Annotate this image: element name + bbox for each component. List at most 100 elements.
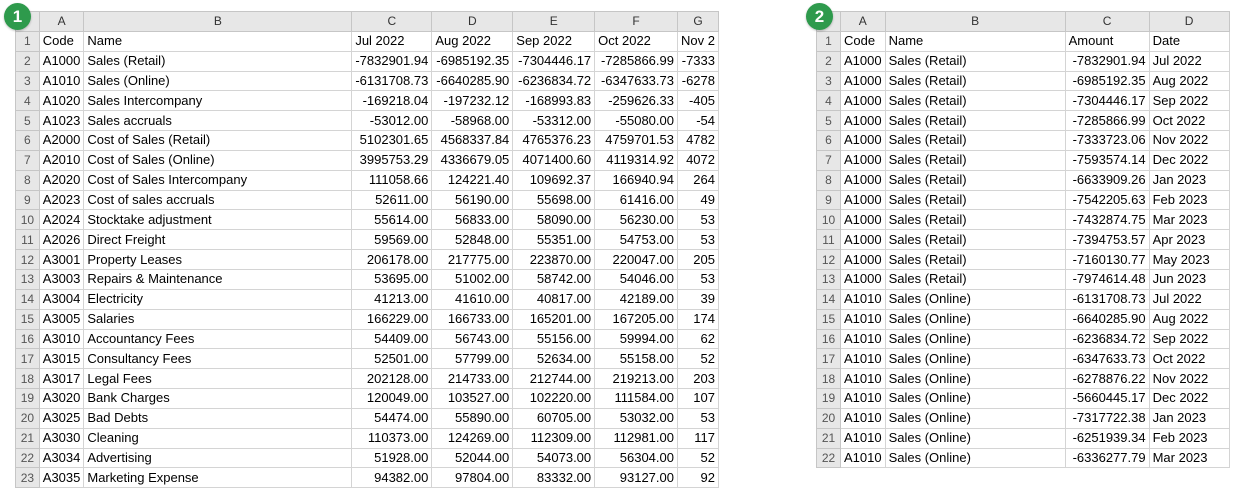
column-header[interactable]: C (1064, 11, 1150, 32)
cell[interactable]: -7317722.38 (1064, 407, 1150, 429)
cell[interactable]: 4336679.05 (431, 149, 514, 171)
cell[interactable]: A3017 (38, 368, 85, 390)
cell[interactable]: A3010 (38, 328, 85, 350)
cell[interactable]: Accountancy Fees (83, 328, 353, 350)
cell[interactable]: -197232.12 (431, 90, 514, 112)
cell[interactable]: Advertising (83, 447, 353, 469)
cell[interactable]: Sep 2022 (1148, 90, 1230, 112)
cell[interactable]: Marketing Expense (83, 467, 353, 489)
cell[interactable]: 167205.00 (594, 308, 678, 330)
cell[interactable]: 52634.00 (512, 348, 596, 370)
cell[interactable]: -6251939.34 (1064, 427, 1150, 449)
cell[interactable]: Sales (Online) (884, 407, 1066, 429)
cell[interactable]: 205 (676, 249, 719, 270)
cell[interactable]: -169218.04 (351, 90, 433, 112)
cell[interactable]: Jul 2022 (351, 30, 433, 52)
cell[interactable]: -6131708.73 (1064, 288, 1150, 310)
cell[interactable]: 54753.00 (594, 229, 678, 251)
cell[interactable]: -6633909.26 (1064, 169, 1150, 191)
cell[interactable]: -7974614.48 (1064, 268, 1150, 290)
column-header[interactable]: B (83, 11, 353, 32)
cell[interactable]: -6347633.73 (1064, 348, 1150, 370)
cell[interactable]: 41213.00 (351, 288, 433, 310)
cell[interactable]: Mar 2023 (1148, 209, 1230, 231)
cell[interactable]: -53012.00 (351, 110, 433, 132)
row-header[interactable]: 10 (15, 209, 40, 231)
column-header[interactable]: A (38, 11, 85, 32)
row-header[interactable]: 19 (15, 388, 40, 409)
cell[interactable]: -7542205.63 (1064, 189, 1150, 211)
cell[interactable]: A1000 (840, 209, 886, 231)
row-header[interactable]: 17 (816, 348, 841, 370)
cell[interactable]: 4072 (676, 149, 719, 171)
cell[interactable]: Oct 2022 (1148, 348, 1230, 370)
cell[interactable]: Sales accruals (83, 110, 353, 132)
cell[interactable]: A1010 (840, 447, 886, 469)
cell[interactable]: Cost of sales accruals (83, 189, 353, 211)
cell[interactable]: -7333723.06 (1064, 130, 1150, 151)
cell[interactable]: Cost of Sales (Online) (83, 149, 353, 171)
cell[interactable]: -6640285.90 (1064, 308, 1150, 330)
cell[interactable]: 39 (676, 288, 719, 310)
cell[interactable]: Property Leases (83, 249, 353, 270)
cell[interactable]: Amount (1064, 30, 1150, 52)
cell[interactable]: 83332.00 (512, 467, 596, 489)
row-header[interactable]: 11 (15, 229, 40, 251)
cell[interactable]: A1000 (840, 249, 886, 270)
cell[interactable]: Electricity (83, 288, 353, 310)
cell[interactable]: 92 (676, 467, 719, 489)
row-header[interactable]: 14 (816, 288, 841, 310)
cell[interactable]: -259626.33 (594, 90, 678, 112)
cell[interactable]: -55080.00 (594, 110, 678, 132)
cell[interactable]: 54046.00 (594, 268, 678, 290)
column-header[interactable]: G (676, 11, 719, 32)
cell[interactable]: 55614.00 (351, 209, 433, 231)
cell[interactable]: A2024 (38, 209, 85, 231)
cell[interactable]: 112309.00 (512, 427, 596, 449)
cell[interactable]: Sales (Retail) (884, 110, 1066, 132)
row-header[interactable]: 13 (15, 268, 40, 290)
cell[interactable]: 61416.00 (594, 189, 678, 211)
cell[interactable]: A2026 (38, 229, 85, 251)
row-header[interactable]: 8 (816, 169, 841, 191)
cell[interactable]: -7432874.75 (1064, 209, 1150, 231)
cell[interactable]: A2000 (38, 130, 85, 151)
row-header[interactable]: 4 (816, 90, 841, 112)
cell[interactable]: 55158.00 (594, 348, 678, 370)
cell[interactable]: 4782 (676, 130, 719, 151)
cell[interactable]: A3025 (38, 407, 85, 429)
cell[interactable]: A3001 (38, 249, 85, 270)
cell[interactable]: Sales Intercompany (83, 90, 353, 112)
cell[interactable]: 107 (676, 388, 719, 409)
cell[interactable]: 124221.40 (431, 169, 514, 191)
cell[interactable]: Repairs & Maintenance (83, 268, 353, 290)
cell[interactable]: -6347633.73 (594, 70, 678, 92)
cell[interactable]: -6236834.72 (1064, 328, 1150, 350)
cell[interactable]: A3015 (38, 348, 85, 370)
cell[interactable]: Bank Charges (83, 388, 353, 409)
row-header[interactable]: 22 (816, 447, 841, 469)
cell[interactable]: Bad Debts (83, 407, 353, 429)
cell[interactable]: 41610.00 (431, 288, 514, 310)
cell[interactable]: 206178.00 (351, 249, 433, 270)
row-header[interactable]: 21 (15, 427, 40, 449)
cell[interactable]: 55890.00 (431, 407, 514, 429)
cell[interactable]: 166229.00 (351, 308, 433, 330)
cell[interactable]: Code (840, 30, 886, 52)
cell[interactable]: -6985192.35 (1064, 70, 1150, 92)
cell[interactable]: 59569.00 (351, 229, 433, 251)
cell[interactable]: A1000 (840, 169, 886, 191)
row-header[interactable]: 17 (15, 348, 40, 370)
cell[interactable]: A3005 (38, 308, 85, 330)
cell[interactable]: 53 (676, 229, 719, 251)
cell[interactable]: Sales (Online) (884, 368, 1066, 390)
cell[interactable]: A2020 (38, 169, 85, 191)
cell[interactable]: A1000 (840, 50, 886, 72)
cell[interactable]: 52044.00 (431, 447, 514, 469)
row-header[interactable]: 2 (15, 50, 40, 72)
column-header[interactable]: B (884, 11, 1066, 32)
cell[interactable]: 264 (676, 169, 719, 191)
cell[interactable]: A1020 (38, 90, 85, 112)
cell[interactable]: 53032.00 (594, 407, 678, 429)
cell[interactable]: 214733.00 (431, 368, 514, 390)
